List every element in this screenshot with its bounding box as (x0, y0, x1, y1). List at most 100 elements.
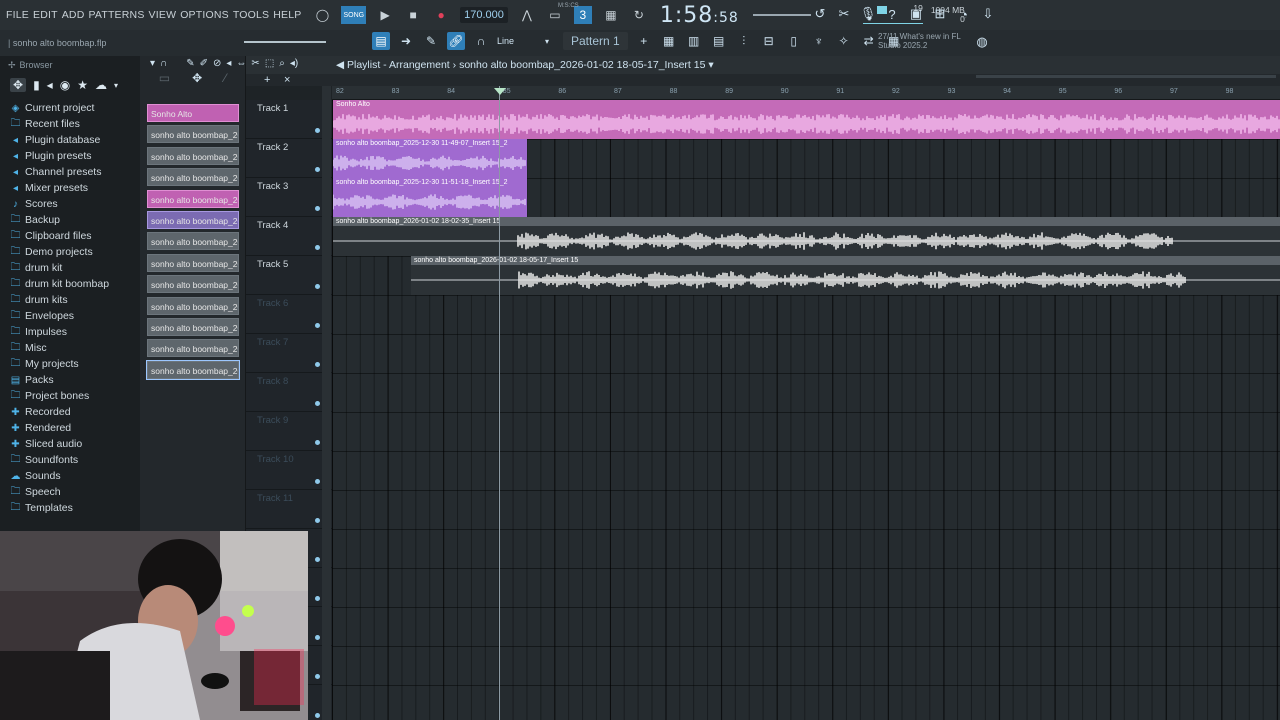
browser-item-plugin-presets[interactable]: ◂ Plugin presets (10, 149, 140, 165)
track-header[interactable]: Track 1 (246, 100, 332, 139)
playlist-delete-icon[interactable]: ⊘ (213, 58, 221, 69)
track-mute-indicator-icon[interactable] (315, 284, 320, 289)
browser-item-plugin-database[interactable]: ◂ Plugin database (10, 132, 140, 149)
menu-tools[interactable]: TOOLS (233, 9, 269, 21)
browser-item-recent-files[interactable]: 🗀︎ Recent files (10, 117, 140, 133)
browser-item-current-project[interactable]: ◈ Current project (10, 100, 140, 117)
master-volume-knob-icon[interactable]: ◯ (313, 6, 331, 24)
unplug-icon[interactable]: ✂ (836, 6, 852, 22)
playlist-clip[interactable]: sonho alto boombap_2025-12-30 11-51-18_I… (333, 178, 527, 217)
close-icon[interactable]: × (284, 74, 290, 86)
browser-item-project-bones[interactable]: 🗀︎ Project bones (10, 388, 140, 405)
snap-select[interactable]: Line (497, 36, 531, 46)
pattern-selector[interactable]: Pattern 1 (563, 32, 628, 50)
picker-clip[interactable]: Sonho Alto (147, 104, 239, 122)
track-header[interactable]: Track 8 (246, 373, 332, 412)
undo-icon[interactable]: ↺ (812, 6, 828, 22)
menu-patterns[interactable]: PATTERNS (88, 9, 144, 21)
track-mute-indicator-icon[interactable] (315, 518, 320, 523)
browser-item-packs[interactable]: ▤ Packs (10, 373, 140, 389)
magnet-icon[interactable]: ∩ (472, 32, 490, 50)
play-icon[interactable]: ▶ (376, 6, 394, 24)
playlist-mute-icon[interactable]: ◂ (226, 58, 231, 69)
track-mute-indicator-icon[interactable] (315, 206, 320, 211)
browser-cloud-icon[interactable]: ☁ (95, 78, 107, 92)
channel-rack-icon[interactable]: ⊟ (760, 32, 778, 50)
mixer-icon[interactable]: ⫶ (735, 32, 753, 50)
overview-scrollbar[interactable] (976, 75, 1276, 78)
microphone-icon[interactable]: 🎙︎ (860, 6, 877, 22)
menu-options[interactable]: OPTIONS (180, 9, 229, 21)
browser-item-soundfonts[interactable]: 🗀︎ Soundfonts (10, 452, 140, 469)
template-icon[interactable]: ⊞ (932, 6, 948, 22)
save-icon[interactable]: ▣ (908, 6, 924, 22)
browser-toggle-icon[interactable]: ▯ (785, 32, 803, 50)
touch-keyboard-icon[interactable]: ✧ (835, 32, 853, 50)
picker-clip[interactable]: sonho alto boombap_20... (147, 318, 239, 336)
browser-item-mixer-presets[interactable]: ◂ Mixer presets (10, 181, 140, 197)
track-mute-indicator-icon[interactable] (315, 713, 320, 718)
stop-icon[interactable]: ■ (404, 6, 422, 24)
arrow-right-icon[interactable]: ➜ (397, 32, 415, 50)
picker-clip[interactable]: sonho alto boombap_20... (147, 211, 239, 229)
playlist-select-icon[interactable]: ⬚ (265, 58, 274, 69)
track-mute-indicator-icon[interactable] (315, 557, 320, 562)
picker-move-icon[interactable]: ✥ (192, 71, 202, 85)
browser-current-icon[interactable]: ◉ (60, 78, 70, 92)
picker-clip[interactable]: sonho alto boombap_20... (147, 189, 239, 208)
browser-files-icon[interactable]: ▮ (33, 78, 40, 92)
piano-roll-icon[interactable]: ▤ (710, 32, 728, 50)
picker-brush-icon[interactable]: ⁄ (224, 71, 226, 85)
add-pattern-icon[interactable]: + (635, 32, 653, 50)
track-header[interactable]: Track 5 (246, 256, 332, 295)
track-header[interactable]: Track 9 (246, 412, 332, 451)
menu-help[interactable]: HELP (273, 9, 301, 21)
help-icon[interactable]: ? (884, 6, 900, 22)
picker-clip[interactable]: sonho alto boombap_20... (147, 275, 239, 294)
browser-item-clipboard-files[interactable]: 🗀︎ Clipboard files (10, 228, 140, 245)
track-mute-indicator-icon[interactable] (315, 440, 320, 445)
playlist-magnet-icon[interactable]: ∩ (160, 58, 167, 69)
menu-view[interactable]: VIEW (149, 9, 177, 21)
master-pitch-slider[interactable] (244, 41, 326, 43)
export-icon[interactable]: ⇄ (860, 32, 878, 50)
vertical-scrollbar[interactable] (322, 86, 331, 720)
picker-clip[interactable]: sonho alto boombap_20... (147, 125, 239, 144)
track-mute-indicator-icon[interactable] (315, 479, 320, 484)
playlist-paint-icon[interactable]: ✐ (200, 58, 208, 69)
playlist-clip[interactable]: Sonho Alto (333, 100, 1280, 139)
song-position-clock[interactable]: 1:58:58 (660, 3, 739, 28)
browser-item-speech[interactable]: 🗀︎ Speech (10, 484, 140, 501)
playhead-marker-icon[interactable] (494, 88, 506, 95)
pencil-icon[interactable]: ✎ (422, 32, 440, 50)
browser-more-icon[interactable]: ▾ (114, 81, 118, 90)
track-header[interactable]: Track 3 (246, 178, 332, 217)
playlist-clip[interactable]: sonho alto boombap_2025-12-30 11-49-07_I… (333, 139, 527, 178)
playlist-slip-icon[interactable]: ⇔ (236, 58, 246, 69)
song-mode-button[interactable]: SONG (341, 6, 367, 24)
track-mute-indicator-icon[interactable] (315, 323, 320, 328)
track-header[interactable]: Track 6 (246, 295, 332, 334)
playlist-draw-icon[interactable]: ✎ (186, 58, 194, 69)
chat-icon[interactable]: ◔ (956, 6, 972, 22)
browser-favorites-icon[interactable]: ★ (77, 78, 88, 92)
add-track-icon[interactable]: + (264, 74, 270, 86)
track-mute-indicator-icon[interactable] (315, 128, 320, 133)
browser-item-drum-kit-boombap[interactable]: 🗀︎ drum kit boombap (10, 277, 140, 293)
track-header[interactable]: Track 4 (246, 217, 332, 256)
browser-item-sounds[interactable]: ☁ Sounds (10, 469, 140, 485)
browser-item-drum-kits[interactable]: 🗀︎ drum kits (10, 292, 140, 309)
globe-icon[interactable]: ◍ (974, 34, 990, 50)
browser-all-icon[interactable]: ✥ (10, 78, 27, 92)
timeline-ruler[interactable]: 82 83 84 85 86 87 88 89 90 91 92 93 94 95 96 97 98 (332, 86, 1280, 100)
menu-file[interactable]: FILE (6, 9, 29, 21)
picker-clip[interactable]: sonho alto boombap_20... (147, 232, 239, 251)
picker-clip[interactable]: sonho alto boombap_20... (147, 146, 239, 165)
picker-clip[interactable]: sonho alto boombap_20... (147, 253, 239, 272)
browser-item-backup[interactable]: 🗀︎ Backup (10, 213, 140, 229)
picker-clip[interactable]: sonho alto boombap_20... (146, 359, 240, 380)
menu-add[interactable]: ADD (62, 9, 85, 21)
metronome-icon[interactable]: ⋀ (518, 6, 536, 24)
link-icon[interactable]: 🔗︎ (447, 32, 465, 50)
picker-clip[interactable]: sonho alto boombap_20... (147, 296, 239, 315)
